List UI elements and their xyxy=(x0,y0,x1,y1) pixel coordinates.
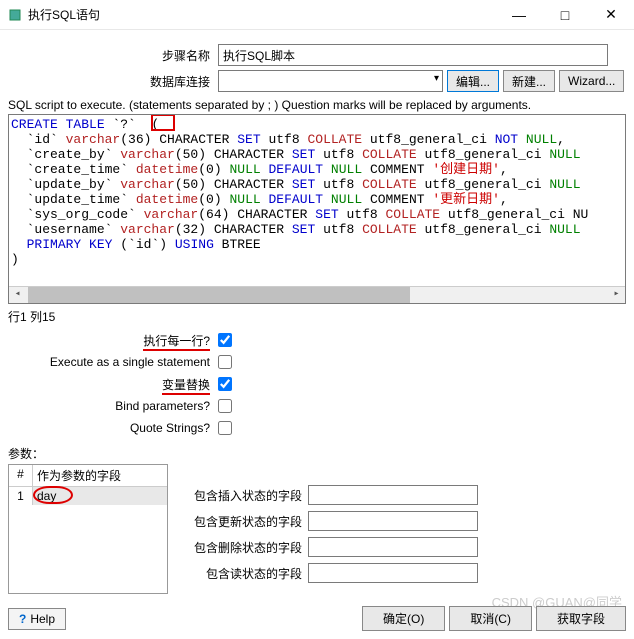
minimize-button[interactable]: — xyxy=(496,0,542,30)
update-field-label: 包含更新状态的字段 xyxy=(188,513,308,530)
db-conn-combo[interactable] xyxy=(218,70,443,92)
params-label: 参数： xyxy=(8,445,626,462)
update-field-input[interactable] xyxy=(308,511,478,531)
var-sub-label: 变量替换 xyxy=(8,376,218,393)
bind-params-checkbox[interactable] xyxy=(218,399,232,413)
params-table[interactable]: # 作为参数的字段 1 day xyxy=(8,464,168,594)
row-field[interactable]: day xyxy=(33,487,167,505)
cancel-button[interactable]: 取消(C) xyxy=(449,606,532,631)
table-row[interactable]: 1 day xyxy=(9,487,167,505)
each-row-checkbox[interactable] xyxy=(218,333,232,347)
footer: ? Help 确定(O) 取消(C) 获取字段 xyxy=(8,606,626,631)
ok-button[interactable]: 确定(O) xyxy=(362,606,445,631)
db-conn-row: 数据库连接 ▾ 编辑... 新建... Wizard... xyxy=(8,70,626,92)
maximize-button[interactable]: □ xyxy=(542,0,588,30)
new-button[interactable]: 新建... xyxy=(503,70,555,92)
annotation-box xyxy=(151,114,175,131)
help-button[interactable]: ? Help xyxy=(8,608,66,630)
window-title: 执行SQL语句 xyxy=(28,6,496,23)
step-name-label: 步骤名称 xyxy=(8,47,218,64)
cursor-position: 行1 列15 xyxy=(8,308,626,325)
read-field-label: 包含读状态的字段 xyxy=(188,565,308,582)
each-row-label: 执行每一行? xyxy=(8,332,218,349)
read-field-input[interactable] xyxy=(308,563,478,583)
col-field-header: 作为参数的字段 xyxy=(33,465,167,486)
quote-strings-label: Quote Strings? xyxy=(8,421,218,435)
sql-editor[interactable]: CREATE TABLE `?` ( `id` varchar(36) CHAR… xyxy=(8,114,626,304)
title-bar: 执行SQL语句 — □ ✕ xyxy=(0,0,634,30)
help-icon: ? xyxy=(19,612,26,626)
insert-field-input[interactable] xyxy=(308,485,478,505)
col-num-header: # xyxy=(9,465,33,486)
step-name-row: 步骤名称 xyxy=(8,44,626,66)
sql-content[interactable]: CREATE TABLE `?` ( `id` varchar(36) CHAR… xyxy=(9,115,625,285)
delete-field-label: 包含删除状态的字段 xyxy=(188,539,308,556)
quote-strings-checkbox[interactable] xyxy=(218,421,232,435)
edit-button[interactable]: 编辑... xyxy=(447,70,499,92)
db-conn-label: 数据库连接 xyxy=(8,73,218,90)
annotation-circle xyxy=(33,486,73,504)
scroll-right-icon[interactable]: ▸ xyxy=(608,287,625,303)
scroll-left-icon[interactable]: ◂ xyxy=(9,287,26,303)
scroll-thumb[interactable] xyxy=(28,287,410,303)
step-name-input[interactable] xyxy=(218,44,608,66)
single-stmt-label: Execute as a single statement xyxy=(8,355,218,369)
horizontal-scrollbar[interactable]: ◂ ▸ xyxy=(9,286,625,303)
get-fields-button[interactable]: 获取字段 xyxy=(536,606,626,631)
close-button[interactable]: ✕ xyxy=(588,0,634,30)
delete-field-input[interactable] xyxy=(308,537,478,557)
options-panel: 执行每一行? Execute as a single statement 变量替… xyxy=(8,329,626,439)
wizard-button[interactable]: Wizard... xyxy=(559,70,624,92)
app-icon xyxy=(8,8,22,22)
table-header: # 作为参数的字段 xyxy=(9,465,167,487)
status-fields-panel: 包含插入状态的字段 包含更新状态的字段 包含删除状态的字段 包含读状态的字段 xyxy=(188,482,626,594)
sql-description: SQL script to execute. (statements separ… xyxy=(8,98,626,112)
row-num: 1 xyxy=(9,487,33,505)
single-stmt-checkbox[interactable] xyxy=(218,355,232,369)
chevron-down-icon[interactable]: ▾ xyxy=(434,73,439,84)
insert-field-label: 包含插入状态的字段 xyxy=(188,487,308,504)
var-sub-checkbox[interactable] xyxy=(218,377,232,391)
bind-params-label: Bind parameters? xyxy=(8,399,218,413)
